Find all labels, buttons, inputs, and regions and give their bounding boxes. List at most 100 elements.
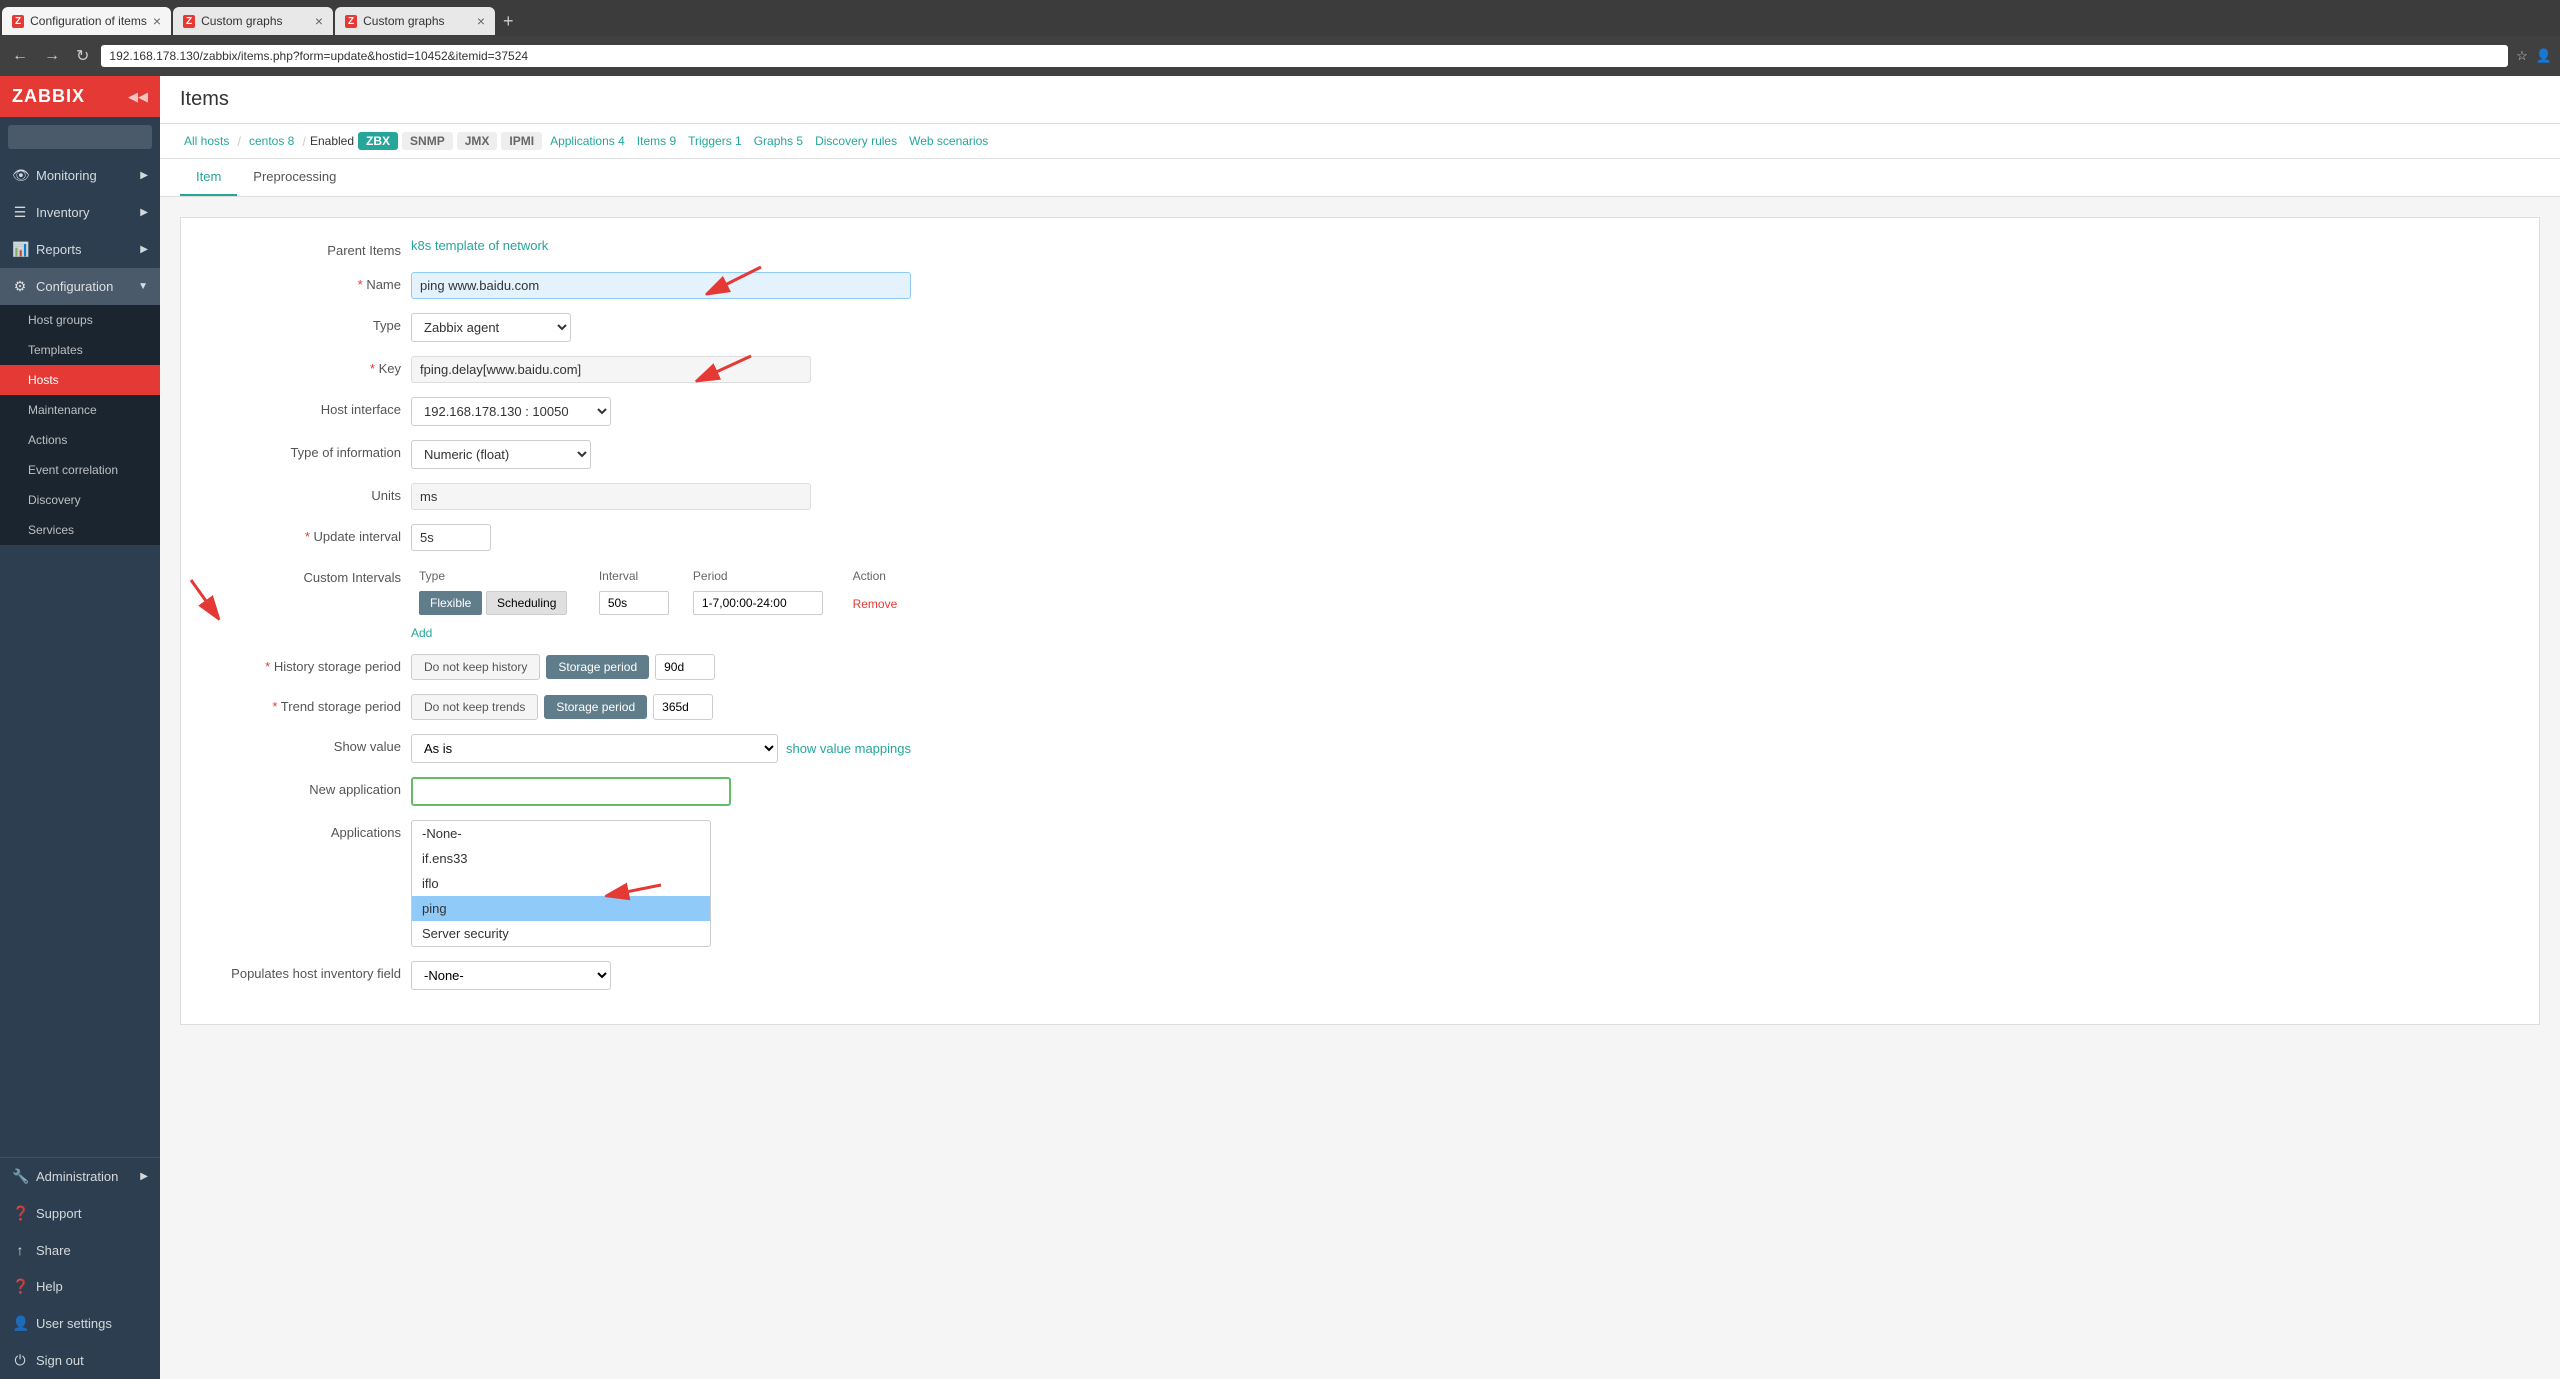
- type-of-info-select[interactable]: Numeric (float) Numeric (unsigned) Chara…: [411, 440, 591, 469]
- app-list-item-ens33[interactable]: if.ens33: [412, 846, 710, 871]
- host-interface-label: Host interface: [201, 397, 401, 417]
- app-list-item-iflo[interactable]: iflo: [412, 871, 710, 896]
- sidebar-item-templates[interactable]: Templates: [0, 335, 160, 365]
- tab-close-2[interactable]: ×: [315, 13, 323, 29]
- sidebar-item-administration[interactable]: 🔧 Administration ▶: [0, 1158, 160, 1195]
- remove-interval-link[interactable]: Remove: [853, 597, 898, 611]
- sidebar-item-reports[interactable]: 📊 Reports ▶: [0, 231, 160, 268]
- populates-select[interactable]: -None-: [411, 961, 611, 990]
- discovery-rules-link[interactable]: Discovery rules: [811, 132, 901, 150]
- tab-preprocessing[interactable]: Preprocessing: [237, 159, 352, 196]
- host-link[interactable]: centos 8: [245, 132, 298, 150]
- reports-icon: 📊: [12, 241, 28, 258]
- parent-items-value: k8s template of network: [411, 238, 911, 253]
- trend-storage-input[interactable]: [653, 694, 713, 720]
- tab-item[interactable]: Item: [180, 159, 237, 196]
- sidebar-item-hosts[interactable]: Hosts: [0, 365, 160, 395]
- snmp-badge[interactable]: SNMP: [402, 132, 453, 150]
- tab-close-1[interactable]: ×: [153, 13, 161, 29]
- sidebar-item-configuration[interactable]: ⚙ Configuration ▼: [0, 268, 160, 305]
- new-application-input[interactable]: [411, 777, 731, 806]
- key-input[interactable]: [411, 356, 811, 383]
- zbx-badge[interactable]: ZBX: [358, 132, 398, 150]
- interval-input[interactable]: [599, 591, 669, 615]
- sidebar-item-monitoring[interactable]: 👁 Monitoring ▶: [0, 157, 160, 194]
- browser-tab-1[interactable]: Z Configuration of items ×: [2, 7, 171, 35]
- graphs-count-link[interactable]: Graphs 5: [750, 132, 807, 150]
- history-storage-label: History storage period: [201, 654, 401, 674]
- tab-label-2: Custom graphs: [201, 14, 282, 28]
- sidebar-item-support-label: Support: [36, 1206, 82, 1221]
- content-area: Parent Items k8s template of network Nam…: [160, 197, 2560, 1379]
- sidebar-item-event-correlation[interactable]: Event correlation: [0, 455, 160, 485]
- ipmi-badge[interactable]: IPMI: [501, 132, 542, 150]
- jmx-badge[interactable]: JMX: [457, 132, 498, 150]
- sidebar-toggle-button[interactable]: ◀◀: [128, 89, 148, 105]
- triggers-count-link[interactable]: Triggers 1: [684, 132, 746, 150]
- sidebar-item-discovery[interactable]: Discovery: [0, 485, 160, 515]
- app-list-item-none[interactable]: -None-: [412, 821, 710, 846]
- new-application-control: [411, 777, 911, 806]
- host-interface-select[interactable]: 192.168.178.130 : 10050: [411, 397, 611, 426]
- sidebar-item-services[interactable]: Services: [0, 515, 160, 545]
- history-storage-input[interactable]: [655, 654, 715, 680]
- profile-icon[interactable]: 👤: [2536, 48, 2552, 64]
- update-interval-control: [411, 524, 911, 551]
- app-list-item-ping[interactable]: ping: [412, 896, 710, 921]
- add-interval-row: Add: [411, 625, 911, 640]
- address-bar-input[interactable]: [101, 45, 2508, 67]
- sidebar-item-share[interactable]: ↑ Share: [0, 1232, 160, 1268]
- applications-list: -None- if.ens33 iflo ping Server securit…: [411, 820, 711, 947]
- configuration-submenu: Host groups Templates Hosts Maintenance …: [0, 305, 160, 545]
- update-interval-input[interactable]: [411, 524, 491, 551]
- populates-label: Populates host inventory field: [201, 961, 401, 981]
- sidebar-item-sign-out[interactable]: ⏻ Sign out: [0, 1342, 160, 1379]
- type-select[interactable]: Zabbix agent Zabbix agent (active) Simpl…: [411, 313, 571, 342]
- new-tab-button[interactable]: +: [495, 11, 522, 32]
- name-input[interactable]: [411, 272, 911, 299]
- show-value-row: Show value As is show value mappings: [201, 734, 2519, 763]
- logo-text: ZABBIX: [12, 86, 85, 107]
- add-interval-link[interactable]: Add: [411, 626, 432, 640]
- history-storage-period-button[interactable]: Storage period: [546, 655, 649, 679]
- show-value-select[interactable]: As is: [411, 734, 778, 763]
- sidebar-item-actions[interactable]: Actions: [0, 425, 160, 455]
- parent-items-link[interactable]: k8s template of network: [411, 238, 548, 253]
- applications-control: -None- if.ens33 iflo ping Server securit…: [411, 820, 911, 947]
- topbar: Items: [160, 76, 2560, 124]
- back-button[interactable]: ←: [8, 45, 32, 67]
- tab-close-3[interactable]: ×: [477, 13, 485, 29]
- browser-tab-2[interactable]: Z Custom graphs ×: [173, 7, 333, 35]
- sidebar-item-maintenance[interactable]: Maintenance: [0, 395, 160, 425]
- sidebar-search-input[interactable]: [8, 125, 152, 149]
- all-hosts-link[interactable]: All hosts: [180, 132, 233, 150]
- period-input[interactable]: [693, 591, 823, 615]
- bookmark-icon[interactable]: ☆: [2516, 48, 2528, 64]
- history-no-keep-button[interactable]: Do not keep history: [411, 654, 540, 680]
- trend-storage-period-button[interactable]: Storage period: [544, 695, 647, 719]
- units-control: [411, 483, 911, 510]
- administration-chevron-icon: ▶: [140, 1171, 148, 1182]
- items-count-link[interactable]: Items 9: [633, 132, 680, 150]
- sidebar-item-host-groups[interactable]: Host groups: [0, 305, 160, 335]
- refresh-button[interactable]: ↻: [72, 44, 93, 68]
- scheduling-button[interactable]: Scheduling: [486, 591, 567, 615]
- web-scenarios-link[interactable]: Web scenarios: [905, 132, 992, 150]
- app-list-item-server-security[interactable]: Server security: [412, 921, 710, 946]
- name-control: [411, 272, 911, 299]
- sidebar-item-support[interactable]: ❓ Support: [0, 1195, 160, 1232]
- show-value-control: As is show value mappings: [411, 734, 911, 763]
- sidebar-item-help[interactable]: ❓ Help: [0, 1268, 160, 1305]
- sidebar-item-user-settings[interactable]: 👤 User settings: [0, 1305, 160, 1342]
- share-icon: ↑: [12, 1242, 28, 1258]
- applications-count-link[interactable]: Applications 4: [546, 132, 629, 150]
- units-input[interactable]: [411, 483, 811, 510]
- trend-storage-control: Do not keep trends Storage period: [411, 694, 911, 720]
- sidebar-item-inventory[interactable]: ☰ Inventory ▶: [0, 194, 160, 231]
- forward-button[interactable]: →: [40, 45, 64, 67]
- trend-no-keep-button[interactable]: Do not keep trends: [411, 694, 538, 720]
- browser-tab-3[interactable]: Z Custom graphs ×: [335, 7, 495, 35]
- monitoring-icon: 👁: [12, 167, 28, 184]
- flexible-button[interactable]: Flexible: [419, 591, 482, 615]
- show-value-mappings-link[interactable]: show value mappings: [786, 741, 911, 756]
